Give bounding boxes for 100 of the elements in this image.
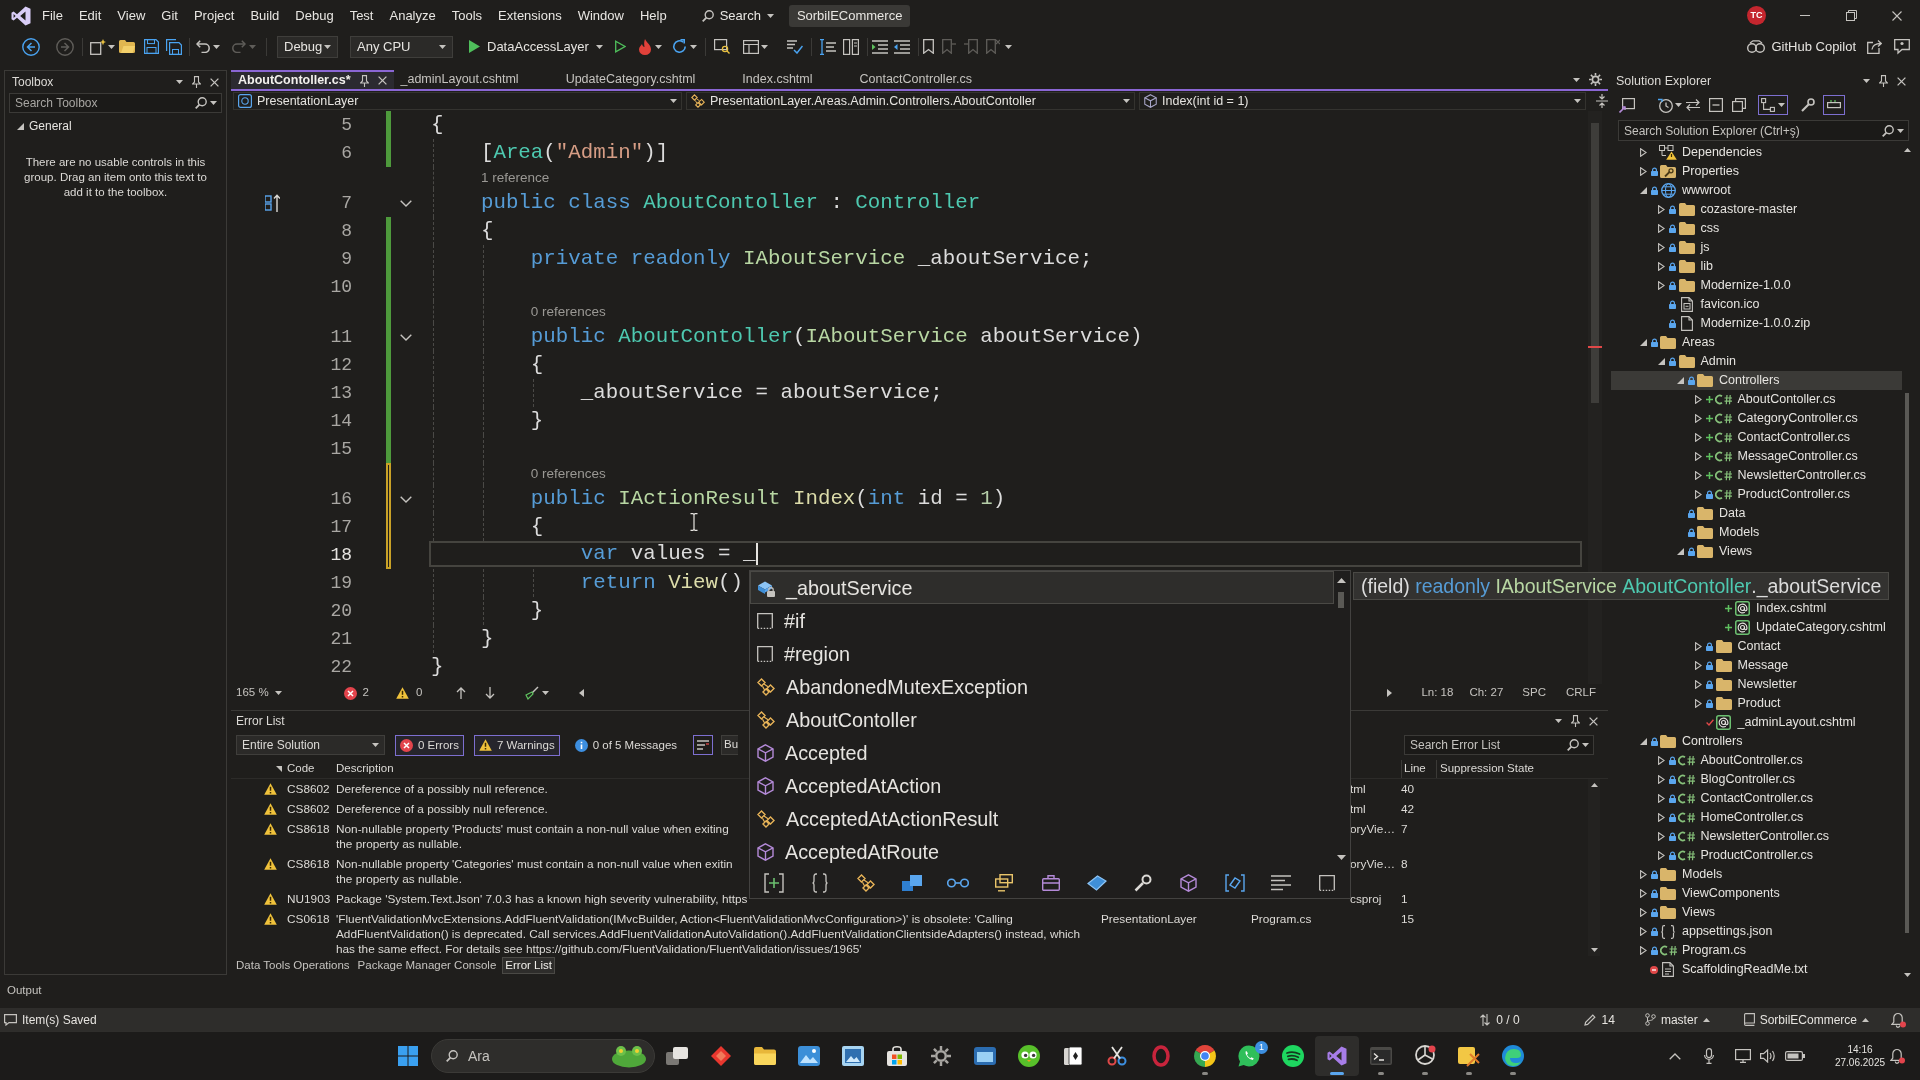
member-dropdown[interactable]: Index(int id = 1) (1139, 92, 1586, 110)
tree-item[interactable]: lib (1611, 257, 1902, 276)
sync-arrows-icon[interactable] (1686, 99, 1700, 111)
caret-icon[interactable] (324, 44, 331, 49)
group-header[interactable]: General (5, 116, 80, 136)
expand-arrow-icon[interactable] (1695, 661, 1702, 670)
caret-icon[interactable] (176, 80, 183, 84)
tree-item[interactable]: Program.cs (1611, 941, 1902, 960)
caret-up-icon[interactable] (1702, 1017, 1710, 1022)
caret-icon[interactable] (108, 44, 115, 49)
diamond-icon[interactable] (711, 1046, 731, 1066)
pin-icon[interactable] (1571, 715, 1580, 727)
account-avatar[interactable]: TC (1747, 6, 1766, 25)
preview-button[interactable] (1823, 95, 1845, 115)
flame-icon[interactable] (637, 38, 652, 55)
column-position[interactable]: Ch: 27 (1469, 684, 1504, 702)
close-icon[interactable] (1897, 76, 1906, 86)
type-dropdown[interactable]: PresentationLayer.Areas.Admin.Controllers.AboutContoller (686, 92, 1135, 110)
scope-dropdown[interactable]: Entire Solution (236, 735, 385, 755)
caret-icon[interactable] (274, 691, 282, 695)
expand-arrow-icon[interactable] (1658, 281, 1665, 290)
tree-item[interactable]: favicon.ico (1611, 295, 1902, 314)
terminal-icon[interactable] (1370, 1047, 1392, 1065)
copy-icon[interactable] (1732, 98, 1746, 112)
bookmark-icon[interactable] (922, 39, 934, 54)
caret-icon[interactable] (766, 13, 774, 18)
search-icon[interactable] (446, 1050, 458, 1062)
menu-item[interactable]: Window (569, 4, 632, 27)
expand-arrow-icon[interactable] (1639, 870, 1647, 879)
back-circle-icon[interactable] (22, 37, 40, 56)
completion-item[interactable]: AcceptedAtActionResult (750, 802, 1334, 835)
play-outline-icon[interactable] (614, 40, 626, 53)
redo-icon[interactable] (232, 40, 246, 53)
add-bracket-icon[interactable] (764, 873, 785, 893)
copilot-button[interactable]: GitHub Copilot (1747, 35, 1856, 58)
ring-icon[interactable] (1152, 1045, 1170, 1067)
vertical-scrollbar[interactable] (1588, 779, 1600, 956)
settings-icon[interactable] (931, 1046, 951, 1066)
chevron-down-icon[interactable] (399, 333, 412, 341)
speaker-icon[interactable] (1760, 1049, 1776, 1063)
new-item-icon[interactable] (90, 38, 106, 55)
sync-status[interactable]: 0 / 0 (1480, 1010, 1520, 1029)
tree-item[interactable]: Views (1611, 542, 1902, 561)
bottom-tab[interactable]: Error List (502, 957, 555, 974)
expand-arrow-icon[interactable] (1658, 262, 1665, 271)
task-view-icon[interactable] (666, 1047, 688, 1065)
menu-item[interactable]: Test (341, 4, 382, 27)
indentation-mode[interactable]: SPC (1522, 684, 1546, 702)
tree-item[interactable]: NewsletterController.cs (1611, 466, 1902, 485)
configuration-dropdown[interactable]: Debug (277, 35, 338, 58)
tree-item[interactable]: CategoryController.cs (1611, 409, 1902, 428)
tree-item[interactable]: js (1611, 238, 1902, 257)
swirl-icon[interactable] (1502, 1045, 1524, 1067)
completion-item[interactable]: Accepted (750, 736, 1334, 769)
chat-bubble-icon[interactable] (1238, 1045, 1260, 1067)
output-tab[interactable]: Output (7, 983, 42, 997)
caret-icon[interactable] (439, 44, 446, 49)
filter-button[interactable] (693, 735, 714, 755)
wrench-icon[interactable] (1133, 874, 1152, 892)
scroll-down-icon[interactable] (1903, 973, 1911, 977)
search-icon[interactable] (195, 97, 207, 109)
editor-tab[interactable]: _adminLayout.cshtml (393, 70, 559, 89)
expand-arrow-icon[interactable] (1695, 680, 1702, 689)
menu-item[interactable]: Debug (287, 4, 342, 27)
save-icon[interactable] (144, 39, 159, 54)
messages-toggle[interactable]: 0 of 5 Messages (569, 734, 683, 756)
caret-icon[interactable] (670, 99, 677, 103)
open-folder-icon[interactable] (119, 40, 135, 53)
indent-icon[interactable] (871, 39, 888, 54)
tree-item[interactable]: ViewComponents (1611, 884, 1902, 903)
errors-toggle[interactable]: 0 Errors (395, 734, 464, 756)
search-button[interactable]: Search (696, 4, 779, 27)
tree-item[interactable]: css (1611, 219, 1902, 238)
tree-item[interactable]: Modernize-1.0.0 (1611, 276, 1902, 295)
music-icon[interactable] (1282, 1045, 1304, 1067)
clock[interactable]: 14:16 27.06.2025 (1835, 1043, 1885, 1069)
split-icon[interactable] (1596, 94, 1608, 108)
search-field[interactable]: Search Solution Explorer (Ctrl+ş) (1618, 120, 1909, 141)
completion-item[interactable]: AcceptedAtAction (750, 769, 1334, 802)
scroll-up-icon[interactable] (1903, 148, 1911, 152)
branch-picker[interactable]: master (1644, 1010, 1710, 1029)
browser-icon[interactable] (1194, 1045, 1216, 1067)
tree-item[interactable]: Contact (1611, 637, 1902, 656)
microphone-icon[interactable] (1704, 1048, 1714, 1064)
folder-icon[interactable] (754, 1047, 776, 1065)
warning-count[interactable]: 0 (396, 684, 423, 702)
playing-cards-icon[interactable] (1063, 1045, 1083, 1067)
share-icon[interactable] (1867, 39, 1882, 54)
expand-arrow-icon[interactable] (1658, 794, 1665, 803)
tree-item[interactable]: Message (1611, 656, 1902, 675)
scroll-down-icon[interactable] (1590, 948, 1598, 952)
arrow-down-icon[interactable] (485, 687, 496, 699)
tree-item[interactable]: cozastore-master (1611, 200, 1902, 219)
collapse-arrow-icon[interactable] (1676, 377, 1684, 384)
scroll-down-icon[interactable] (1336, 855, 1346, 860)
ribbon-logo-icon[interactable] (11, 5, 31, 26)
tree-item[interactable]: Modernize-1.0.0.zip (1611, 314, 1902, 333)
expand-arrow-icon[interactable] (1639, 927, 1647, 936)
expand-arrow-icon[interactable] (1695, 642, 1702, 651)
arrow-up-icon[interactable] (456, 687, 467, 699)
